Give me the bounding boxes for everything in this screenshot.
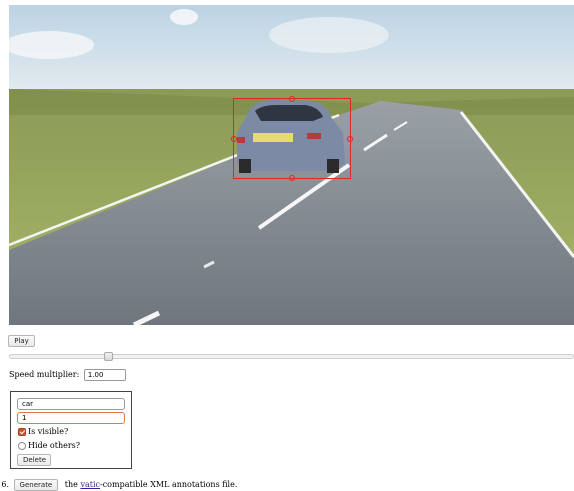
hide-others-checkbox[interactable] — [18, 442, 26, 450]
hide-others-label: Hide others? — [28, 441, 81, 450]
vatic-link[interactable]: vatic — [80, 480, 100, 489]
generate-button[interactable]: Generate — [13, 479, 59, 491]
play-button[interactable]: Play — [8, 335, 35, 347]
video-frame[interactable] — [9, 5, 574, 325]
speed-label: Speed multiplier: — [9, 370, 80, 379]
delete-button[interactable]: Delete — [17, 454, 51, 466]
footer-row: 6. Generate the vatic-compatible XML ann… — [0, 479, 237, 491]
box-handle-bottom[interactable] — [289, 175, 295, 181]
bounding-box-car[interactable] — [231, 96, 353, 181]
footer-text-before: the — [64, 480, 78, 489]
is-visible-checkbox[interactable] — [18, 428, 26, 436]
box-handle-top[interactable] — [289, 96, 295, 102]
box-handle-right[interactable] — [347, 136, 353, 142]
is-visible-row[interactable]: Is visible? — [18, 427, 68, 437]
is-visible-label: Is visible? — [28, 427, 69, 436]
timeline-slider[interactable] — [9, 354, 574, 359]
hide-others-row[interactable]: Hide others? — [18, 441, 80, 451]
timeline-slider-thumb[interactable] — [103, 352, 113, 361]
step-number: 6. — [1, 480, 9, 489]
speed-input[interactable]: 1.00 — [83, 369, 126, 381]
object-label-input[interactable]: car — [17, 398, 125, 410]
object-panel: car 1 Is visible? Hide others? Delete — [10, 391, 132, 469]
box-handle-left[interactable] — [231, 136, 237, 142]
speed-row: Speed multiplier: 1.00 — [9, 369, 126, 381]
footer-text-after: -compatible XML annotations file. — [100, 480, 238, 489]
object-id-input[interactable]: 1 — [17, 412, 125, 424]
